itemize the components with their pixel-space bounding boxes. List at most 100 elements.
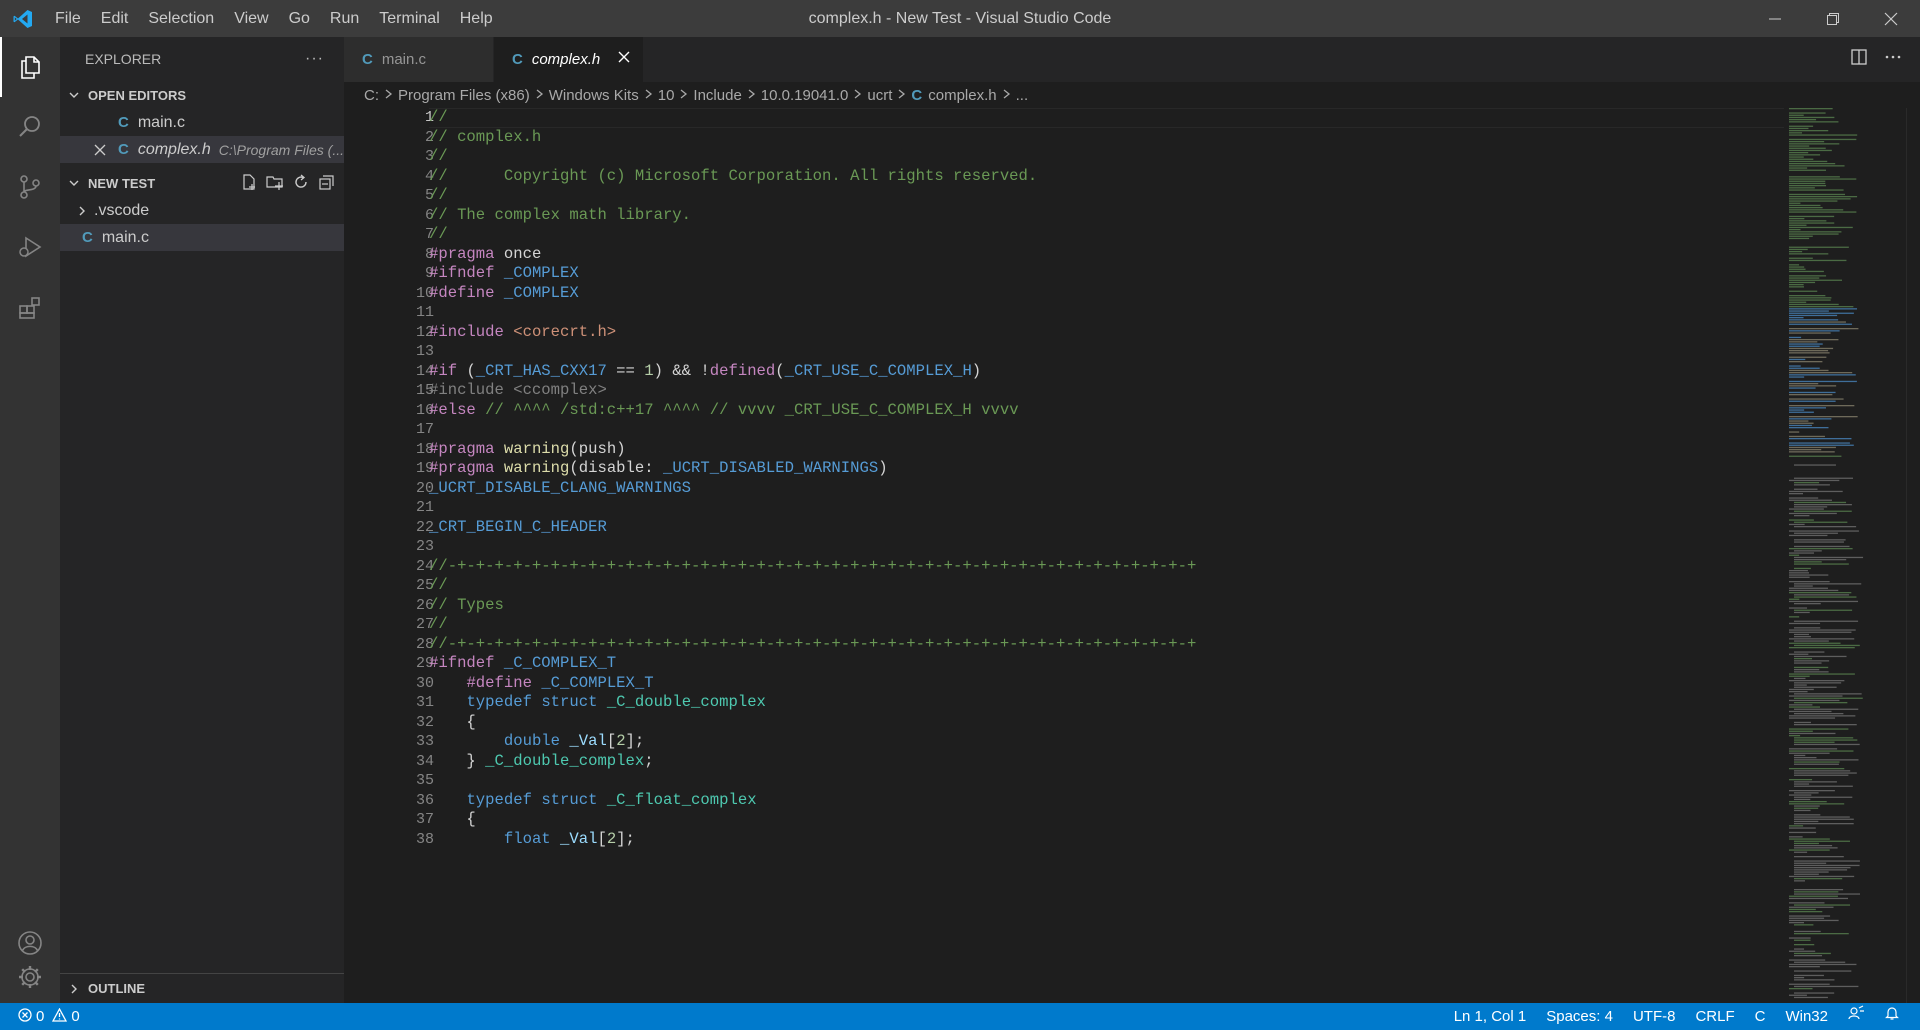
outline-section[interactable]: OUTLINE bbox=[60, 973, 344, 1003]
more-editor-actions-icon[interactable] bbox=[1884, 48, 1902, 71]
code-line[interactable]: // Types bbox=[429, 596, 504, 616]
breadcrumb-item[interactable]: 10 bbox=[658, 87, 675, 104]
manage-activity[interactable] bbox=[0, 947, 60, 1007]
run-debug-activity[interactable] bbox=[0, 217, 60, 277]
code-line[interactable]: // bbox=[429, 147, 448, 167]
tab-complex-h[interactable]: C complex.h bbox=[494, 37, 644, 82]
breadcrumb-item[interactable]: ... bbox=[1016, 87, 1029, 104]
source-control-activity[interactable] bbox=[0, 157, 60, 217]
breadcrumb-item[interactable]: Windows Kits bbox=[549, 87, 639, 104]
code-line[interactable]: // Copyright (c) Microsoft Corporation. … bbox=[429, 167, 1037, 187]
encoding[interactable]: UTF-8 bbox=[1623, 1003, 1686, 1030]
problems-indicator[interactable]: 0 0 bbox=[0, 1007, 80, 1026]
breadcrumb-item[interactable]: ucrt bbox=[867, 87, 892, 104]
split-editor-icon[interactable] bbox=[1850, 48, 1868, 71]
code-line[interactable]: #ifndef _COMPLEX bbox=[429, 264, 579, 284]
search-icon bbox=[19, 116, 40, 137]
open-editor-item[interactable]: C complex.h C:\Program Files (... bbox=[60, 136, 344, 163]
c-file-icon: C bbox=[118, 114, 129, 131]
breadcrumb-item[interactable]: Include bbox=[693, 87, 741, 104]
code-line[interactable]: float _Val[2]; bbox=[429, 830, 635, 850]
menu-item-go[interactable]: Go bbox=[279, 0, 320, 37]
menu-item-help[interactable]: Help bbox=[450, 0, 503, 37]
code-area[interactable]: //// complex.h//// Copyright (c) Microso… bbox=[429, 108, 1779, 1003]
code-line[interactable]: _CRT_BEGIN_C_HEADER bbox=[429, 518, 607, 538]
menu-item-view[interactable]: View bbox=[224, 0, 278, 37]
minimap-line bbox=[1794, 851, 1808, 853]
line-endings[interactable]: CRLF bbox=[1685, 1003, 1744, 1030]
code-line[interactable]: #include <corecrt.h> bbox=[429, 323, 616, 343]
code-line[interactable]: #include <ccomplex> bbox=[429, 381, 607, 401]
code-editor[interactable]: 1 2 3 4 5 6 7 8 9 10 11 12 13 14 15 16 17 18 19 20 21 22 23 24 2… bbox=[344, 108, 1920, 1003]
feedback-icon[interactable] bbox=[1838, 1003, 1874, 1030]
notifications-icon[interactable] bbox=[1874, 1003, 1910, 1030]
code-line[interactable]: #define _C_COMPLEX_T bbox=[429, 674, 653, 694]
platform[interactable]: Win32 bbox=[1775, 1003, 1838, 1030]
code-line[interactable]: // bbox=[429, 108, 448, 128]
folder-item[interactable]: .vscode bbox=[60, 197, 344, 224]
collapse-all-icon[interactable] bbox=[318, 173, 336, 194]
minimap-line bbox=[1794, 856, 1844, 858]
menu-item-terminal[interactable]: Terminal bbox=[369, 0, 449, 37]
refresh-icon[interactable] bbox=[292, 173, 310, 194]
menu-item-file[interactable]: File bbox=[45, 0, 91, 37]
extensions-activity[interactable] bbox=[0, 277, 60, 337]
files-icon bbox=[21, 56, 40, 79]
code-line[interactable]: // bbox=[429, 225, 448, 245]
breadcrumb-item[interactable]: complex.h bbox=[928, 87, 996, 104]
cursor-position[interactable]: Ln 1, Col 1 bbox=[1444, 1003, 1537, 1030]
minimap[interactable] bbox=[1788, 108, 1908, 1003]
code-line[interactable]: // The complex math library. bbox=[429, 206, 691, 226]
tab-main-c[interactable]: C main.c bbox=[344, 37, 494, 82]
code-line[interactable]: typedef struct _C_double_complex bbox=[429, 693, 765, 713]
folder-section[interactable]: NEW TEST bbox=[60, 169, 344, 197]
code-line[interactable]: // complex.h bbox=[429, 128, 541, 148]
code-line[interactable]: #else // ^^^^ /std:c++17 ^^^^ // vvvv _C… bbox=[429, 401, 1019, 421]
code-line[interactable]: double _Val[2]; bbox=[429, 732, 644, 752]
minimize-button[interactable] bbox=[1746, 0, 1804, 37]
minimap-line bbox=[1789, 420, 1809, 422]
menu-item-run[interactable]: Run bbox=[320, 0, 369, 37]
breadcrumb-item[interactable]: Program Files (x86) bbox=[398, 87, 530, 104]
file-item[interactable]: C main.c bbox=[60, 224, 344, 251]
code-line[interactable]: #pragma warning(disable: _UCRT_DISABLED_… bbox=[429, 459, 888, 479]
open-editors-section[interactable]: OPEN EDITORS bbox=[60, 81, 344, 109]
code-line[interactable]: // bbox=[429, 615, 448, 635]
code-line[interactable]: // bbox=[429, 186, 448, 206]
editor-scrollbar[interactable] bbox=[1906, 108, 1920, 1003]
more-actions-button[interactable]: ··· bbox=[305, 50, 324, 68]
new-file-icon[interactable] bbox=[240, 173, 258, 194]
menu-item-edit[interactable]: Edit bbox=[91, 0, 139, 37]
code-line[interactable]: { bbox=[429, 713, 475, 733]
breadcrumb-item[interactable]: C: bbox=[364, 87, 379, 104]
restore-button[interactable] bbox=[1804, 0, 1862, 37]
minimap-line bbox=[1789, 750, 1854, 752]
code-line[interactable]: { bbox=[429, 810, 475, 830]
minimap-line bbox=[1794, 869, 1848, 871]
menu-item-selection[interactable]: Selection bbox=[138, 0, 224, 37]
code-line[interactable]: _UCRT_DISABLE_CLANG_WARNINGS bbox=[429, 479, 691, 499]
new-folder-icon[interactable] bbox=[266, 173, 284, 194]
language-mode[interactable]: C bbox=[1745, 1003, 1776, 1030]
close-tab-icon[interactable] bbox=[617, 50, 631, 68]
explorer-activity[interactable] bbox=[0, 37, 60, 97]
code-line[interactable]: #if (_CRT_HAS_CXX17 == 1) && !defined(_C… bbox=[429, 362, 981, 382]
close-window-button[interactable] bbox=[1862, 0, 1920, 37]
open-editor-item[interactable]: C main.c bbox=[60, 109, 344, 136]
code-line[interactable]: #define _COMPLEX bbox=[429, 284, 579, 304]
breadcrumb-item[interactable]: 10.0.19041.0 bbox=[761, 87, 849, 104]
minimap-line bbox=[1789, 647, 1855, 649]
indentation[interactable]: Spaces: 4 bbox=[1536, 1003, 1623, 1030]
code-line[interactable]: #pragma once bbox=[429, 245, 541, 265]
code-line[interactable]: typedef struct _C_float_complex bbox=[429, 791, 756, 811]
code-line[interactable]: //-+-+-+-+-+-+-+-+-+-+-+-+-+-+-+-+-+-+-+… bbox=[429, 557, 1196, 577]
search-activity[interactable] bbox=[0, 97, 60, 157]
code-line[interactable]: //-+-+-+-+-+-+-+-+-+-+-+-+-+-+-+-+-+-+-+… bbox=[429, 635, 1196, 655]
code-line[interactable]: #ifndef _C_COMPLEX_T bbox=[429, 654, 616, 674]
code-token: _Val bbox=[569, 732, 607, 750]
code-line[interactable]: #pragma warning(push) bbox=[429, 440, 626, 460]
close-editor-icon[interactable] bbox=[94, 144, 118, 156]
code-line[interactable]: } _C_double_complex; bbox=[429, 752, 653, 772]
code-line[interactable]: // bbox=[429, 576, 448, 596]
extensions-icon bbox=[19, 297, 40, 319]
